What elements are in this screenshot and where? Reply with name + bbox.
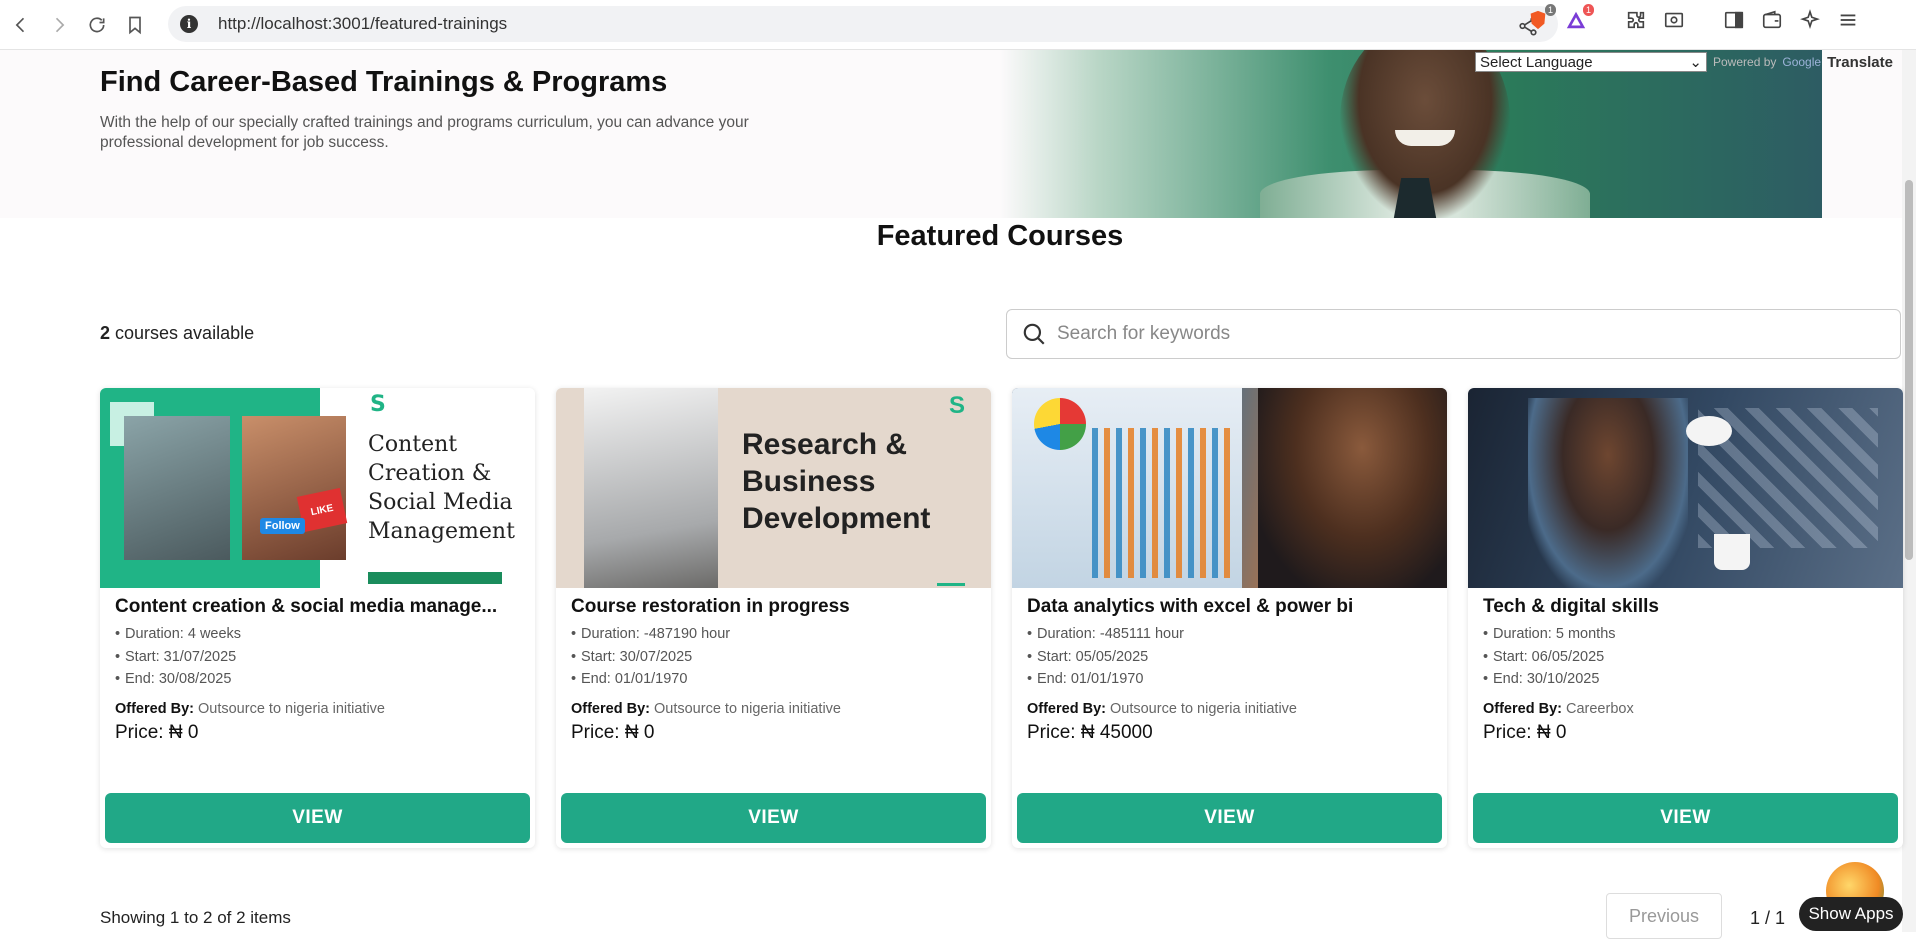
search-input[interactable]: [1057, 323, 1857, 345]
site-info-icon[interactable]: i: [180, 15, 198, 33]
course-start: Start: 06/05/2025: [1483, 646, 1888, 669]
pagination-summary: Showing 1 to 2 of 2 items: [100, 908, 291, 927]
search-icon: [1023, 323, 1045, 345]
sidebar-icon[interactable]: [1722, 8, 1746, 32]
follow-sticker: Follow: [260, 518, 305, 534]
language-select-label: Select Language: [1480, 53, 1593, 71]
hero-title: Find Career-Based Trainings & Programs: [100, 66, 668, 98]
show-apps-button[interactable]: Show Apps: [1799, 897, 1903, 931]
translate-label[interactable]: Translate: [1827, 54, 1893, 71]
view-button[interactable]: VIEW: [1473, 793, 1898, 843]
screenshot-icon[interactable]: [1662, 8, 1686, 32]
courses-count-number: 2: [100, 323, 111, 343]
course-image[interactable]: LIKE Follow S Content Creation & Social …: [100, 388, 535, 588]
course-details: Duration: -487190 hour Start: 30/07/2025…: [571, 623, 976, 691]
url-text[interactable]: http://localhost:3001/featured-trainings: [218, 14, 507, 34]
course-end: End: 30/10/2025: [1483, 668, 1888, 691]
course-duration: Duration: -487190 hour: [571, 623, 976, 646]
course-end: End: 01/01/1970: [1027, 668, 1432, 691]
course-duration: Duration: -485111 hour: [1027, 623, 1432, 646]
course-details: Duration: 5 months Start: 06/05/2025 End…: [1483, 623, 1888, 691]
course-title[interactable]: Data analytics with excel & power bi: [1027, 596, 1432, 618]
course-image[interactable]: [1012, 388, 1447, 588]
course-start: Start: 05/05/2025: [1027, 646, 1432, 669]
brave-shield-icon[interactable]: 1: [1526, 4, 1556, 32]
alert-badge: 1: [1582, 4, 1594, 16]
course-details: Duration: -485111 hour Start: 05/05/2025…: [1027, 623, 1432, 691]
course-card: Data analytics with excel & power bi Dur…: [1012, 388, 1447, 848]
search-box[interactable]: [1006, 309, 1901, 359]
course-cards: LIKE Follow S Content Creation & Social …: [100, 388, 1903, 848]
course-offered-by: Offered By: Outsource to nigeria initiat…: [571, 700, 841, 717]
google-logo: Google: [1782, 55, 1822, 69]
brave-badge: 1: [1544, 4, 1556, 16]
bookmark-icon[interactable]: [118, 8, 152, 42]
course-end: End: 30/08/2025: [115, 668, 520, 691]
course-price: Price: ₦ 45000: [1027, 721, 1153, 743]
featured-courses-title: Featured Courses: [876, 220, 1124, 252]
course-image-text: Content Creation & Social Media Manageme…: [368, 432, 515, 544]
brave-rewards-icon[interactable]: 1: [1564, 4, 1594, 32]
view-button[interactable]: VIEW: [561, 793, 986, 843]
back-icon[interactable]: [4, 8, 38, 42]
language-select[interactable]: Select Language ⌄: [1475, 52, 1707, 72]
brand-logo-icon: S: [948, 392, 965, 419]
courses-count: 2 courses available: [100, 323, 254, 344]
address-bar[interactable]: i http://localhost:3001/featured-trainin…: [168, 6, 1558, 42]
wallet-icon[interactable]: [1760, 8, 1784, 32]
course-price: Price: ₦ 0: [571, 721, 655, 743]
menu-icon[interactable]: [1836, 8, 1860, 32]
course-image-text: Research & Business Development: [742, 428, 931, 535]
course-price: Price: ₦ 0: [115, 721, 199, 743]
course-start: Start: 31/07/2025: [115, 646, 520, 669]
hero-subtitle: With the help of our specially crafted t…: [100, 114, 749, 151]
extensions-icon[interactable]: [1624, 8, 1648, 32]
course-title[interactable]: Course restoration in progress: [571, 596, 976, 618]
forward-icon[interactable]: [42, 8, 76, 42]
courses-count-label: courses available: [110, 323, 255, 343]
page-indicator: 1 / 1: [1750, 908, 1786, 928]
course-end: End: 01/01/1970: [571, 668, 976, 691]
course-offered-by: Offered By: Outsource to nigeria initiat…: [115, 700, 385, 717]
course-card: Tech & digital skills Duration: 5 months…: [1468, 388, 1903, 848]
course-image[interactable]: [1468, 388, 1903, 588]
course-offered-by: Offered By: Careerbox: [1483, 700, 1634, 717]
view-button[interactable]: VIEW: [105, 793, 530, 843]
course-price: Price: ₦ 0: [1483, 721, 1567, 743]
course-duration: Duration: 4 weeks: [115, 623, 520, 646]
course-start: Start: 30/07/2025: [571, 646, 976, 669]
course-offered-by: Offered By: Outsource to nigeria initiat…: [1027, 700, 1297, 717]
google-translate-widget: Select Language ⌄ Powered by Google Tran…: [1475, 52, 1916, 72]
powered-by-text: Powered by: [1713, 55, 1777, 69]
course-duration: Duration: 5 months: [1483, 623, 1888, 646]
chevron-down-icon: ⌄: [1689, 54, 1702, 71]
leo-ai-icon[interactable]: [1798, 8, 1822, 32]
course-image[interactable]: S Research & Business Development: [556, 388, 991, 588]
course-title[interactable]: Tech & digital skills: [1483, 596, 1888, 618]
page-scrollbar[interactable]: [1902, 50, 1916, 932]
previous-button[interactable]: Previous: [1606, 893, 1722, 939]
reload-icon[interactable]: [80, 8, 114, 42]
brand-logo-icon: S: [370, 392, 386, 417]
course-title[interactable]: Content creation & social media manage..…: [115, 596, 520, 618]
course-card: LIKE Follow S Content Creation & Social …: [100, 388, 535, 848]
browser-toolbar: i http://localhost:3001/featured-trainin…: [0, 0, 1916, 50]
course-card: S Research & Business Development Course…: [556, 388, 991, 848]
view-button[interactable]: VIEW: [1017, 793, 1442, 843]
hero-banner: Find Career-Based Trainings & Programs W…: [0, 50, 1916, 218]
course-details: Duration: 4 weeks Start: 31/07/2025 End:…: [115, 623, 520, 691]
